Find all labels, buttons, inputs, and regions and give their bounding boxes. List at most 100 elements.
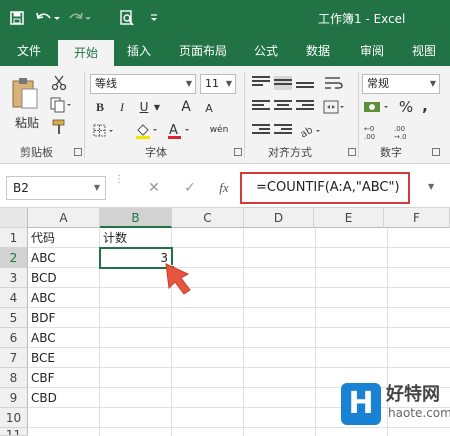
cell-a2[interactable]: ABC: [28, 248, 100, 268]
row-header[interactable]: 8: [0, 368, 28, 388]
number-format-select[interactable]: 常规 ▼: [362, 74, 440, 94]
align-center-icon[interactable]: [274, 100, 292, 114]
row-header[interactable]: 3: [0, 268, 28, 288]
align-left-icon[interactable]: [252, 100, 270, 114]
wrap-text-icon[interactable]: [322, 74, 346, 92]
cell-a7[interactable]: BCE: [28, 348, 100, 368]
tab-insert[interactable]: 插入: [118, 36, 160, 66]
expand-formula-bar-icon[interactable]: ▼: [428, 182, 434, 191]
insert-function-icon[interactable]: fx: [214, 178, 234, 198]
column-header-selected[interactable]: B: [100, 208, 172, 228]
redo-icon[interactable]: [66, 9, 94, 27]
increase-decimal-icon[interactable]: ←0.00: [362, 122, 386, 142]
formula-bar: B2 ▼ ⋮ ✕ ✓ fx =COUNTIF(A:A,"ABC") ▼: [0, 164, 450, 208]
cell-a6[interactable]: ABC: [28, 328, 100, 348]
tab-data[interactable]: 数据: [298, 36, 338, 66]
svg-text:←0: ←0: [364, 125, 374, 133]
formula-bar-grip-icon: ⋮: [114, 174, 124, 185]
accounting-format-icon[interactable]: [362, 98, 392, 116]
borders-icon[interactable]: [92, 122, 116, 140]
number-launcher-icon[interactable]: [432, 148, 440, 156]
decrease-indent-icon[interactable]: [252, 124, 270, 138]
tab-formulas[interactable]: 公式: [246, 36, 286, 66]
save-icon[interactable]: [8, 9, 26, 27]
underline-button[interactable]: U: [136, 98, 152, 116]
chevron-down-icon[interactable]: ▼: [94, 177, 100, 199]
orientation-icon[interactable]: ab: [298, 122, 324, 140]
row-header[interactable]: 1: [0, 228, 28, 248]
cell-a3[interactable]: BCD: [28, 268, 100, 288]
column-header[interactable]: E: [314, 208, 384, 228]
row-header[interactable]: 7: [0, 348, 28, 368]
watermark-logo: H: [341, 383, 381, 425]
formula-input[interactable]: =COUNTIF(A:A,"ABC"): [256, 180, 400, 195]
name-box[interactable]: B2 ▼: [6, 176, 106, 200]
font-launcher-icon[interactable]: [234, 148, 242, 156]
column-header[interactable]: D: [244, 208, 314, 228]
cell-a8[interactable]: CBF: [28, 368, 100, 388]
cell-a9[interactable]: CBD: [28, 388, 100, 408]
align-top-icon[interactable]: [252, 76, 270, 90]
tab-page-layout[interactable]: 页面布局: [170, 36, 236, 66]
group-divider: [84, 72, 85, 158]
tab-file[interactable]: 文件: [10, 36, 48, 66]
svg-text:.00: .00: [394, 125, 405, 133]
decrease-decimal-icon[interactable]: .00 →.0: [392, 122, 416, 142]
group-divider: [358, 72, 359, 158]
align-right-icon[interactable]: [296, 100, 314, 114]
row-header[interactable]: 11: [0, 428, 28, 436]
italic-button[interactable]: I: [114, 98, 130, 116]
svg-text:A: A: [169, 123, 178, 138]
row-header[interactable]: 9: [0, 388, 28, 408]
row-header[interactable]: 5: [0, 308, 28, 328]
enter-icon[interactable]: ✓: [180, 178, 200, 198]
font-name-value: 等线: [95, 77, 117, 90]
font-name-select[interactable]: 等线 ▼: [90, 74, 196, 94]
chevron-down-icon: ▼: [225, 79, 232, 88]
cut-icon[interactable]: [48, 74, 70, 92]
column-header[interactable]: A: [28, 208, 100, 228]
shrink-font-button[interactable]: A: [200, 99, 218, 117]
column-header[interactable]: C: [172, 208, 244, 228]
increase-indent-icon[interactable]: [274, 124, 292, 138]
cell-a1[interactable]: 代码: [28, 228, 100, 248]
undo-icon[interactable]: [34, 9, 62, 27]
column-header[interactable]: F: [384, 208, 450, 228]
row-header[interactable]: 4: [0, 288, 28, 308]
percent-style-button[interactable]: %: [398, 97, 414, 117]
svg-text:.00: .00: [364, 133, 375, 141]
cell-a5[interactable]: BDF: [28, 308, 100, 328]
tab-review[interactable]: 审阅: [352, 36, 392, 66]
align-middle-icon[interactable]: [274, 76, 292, 90]
phonetic-guide-button[interactable]: wén: [206, 120, 232, 140]
underline-dropdown-icon[interactable]: ▼: [152, 98, 162, 116]
cell-b1[interactable]: 计数: [100, 228, 172, 248]
paste-icon[interactable]: [8, 74, 42, 114]
font-size-select[interactable]: 11 ▼: [200, 74, 236, 94]
merge-center-icon[interactable]: [322, 98, 346, 116]
copy-icon[interactable]: [48, 96, 74, 114]
tab-home[interactable]: 开始: [58, 40, 114, 66]
comma-style-button[interactable]: ,: [418, 96, 432, 116]
cancel-icon[interactable]: ✕: [144, 178, 164, 198]
print-preview-icon[interactable]: [118, 9, 136, 27]
fill-color-icon[interactable]: [134, 121, 160, 141]
font-color-icon[interactable]: A: [166, 121, 192, 141]
worksheet-grid[interactable]: A B C D E F 1 2 3 4 5 6 7 8 9 10 11 代码 计…: [0, 208, 450, 436]
group-label-font: 字体: [145, 146, 167, 159]
tab-view[interactable]: 视图: [404, 36, 444, 66]
row-header[interactable]: 6: [0, 328, 28, 348]
row-header[interactable]: 10: [0, 408, 28, 428]
bold-button[interactable]: B: [92, 98, 108, 116]
row-header-selected[interactable]: 2: [0, 248, 28, 268]
align-bottom-icon[interactable]: [296, 76, 314, 90]
select-all-corner[interactable]: [0, 208, 28, 228]
cell-a4[interactable]: ABC: [28, 288, 100, 308]
alignment-launcher-icon[interactable]: [348, 148, 356, 156]
grow-font-button[interactable]: A: [176, 98, 196, 116]
paste-button-label[interactable]: 粘贴: [10, 114, 44, 130]
format-painter-icon[interactable]: [48, 118, 70, 136]
customize-qat-icon[interactable]: [148, 9, 160, 27]
clipboard-launcher-icon[interactable]: [74, 148, 82, 156]
svg-text:ab: ab: [299, 125, 315, 138]
